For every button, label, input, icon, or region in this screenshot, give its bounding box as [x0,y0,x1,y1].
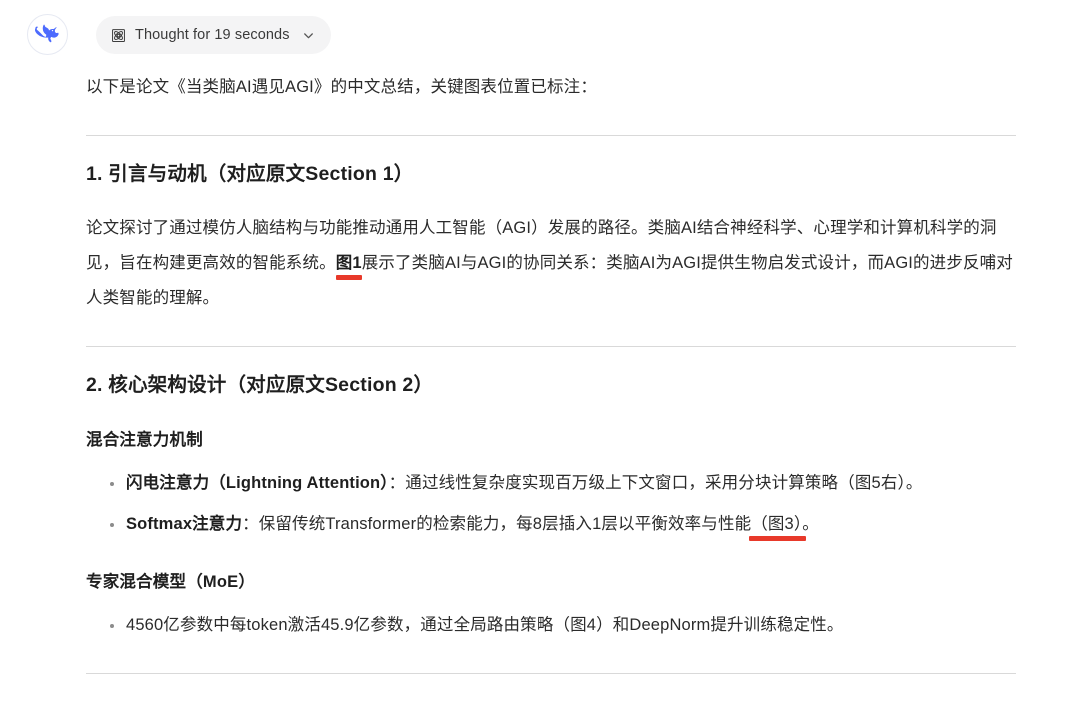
thought-label: Thought for 19 seconds [135,27,290,43]
assistant-avatar [27,14,68,55]
section-heading-2: 2. 核心架构设计（对应原文Section 2） [86,374,434,396]
bullet-list-moe: 4560亿参数中每token激活45.9亿参数，通过全局路由策略（图4）和Dee… [86,608,1016,643]
chat-message-container: Thought for 19 seconds 以下是论文《当类脑AI遇见AGI》… [0,0,1080,713]
chevron-down-icon[interactable] [302,29,315,42]
section-divider-3 [86,673,1016,674]
bullet-2-bold-term: Softmax注意力 [126,515,243,533]
bullet-1-bold-term: 闪电注意力（Lightning Attention） [126,474,389,492]
section-heading-1: 1. 引言与动机（对应原文Section 1） [86,163,414,185]
subsection-heading-moe: 专家混合模型（MoE） [86,573,256,591]
section-1-paragraph: 论文探讨了通过模仿人脑结构与功能推动通用人工智能（AGI）发展的路径。类脑AI结… [86,211,1016,316]
bullet-1-text: ：通过线性复杂度实现百万级上下文窗口，采用分块计算策略（图5右）。 [388,474,923,492]
intro-paragraph: 以下是论文《当类脑AI遇见AGI》的中文总结，关键图表位置已标注： [86,78,597,96]
list-item: 闪电注意力（Lightning Attention）：通过线性复杂度实现百万级上… [110,466,1016,501]
bullet-2-text: ：保留传统Transformer的检索能力，每8层插入1层以平衡效率与性能 [242,515,752,533]
deepseek-whale-logo-icon [35,22,60,47]
atom-icon [110,27,126,43]
bullet-list-hybrid-attention: 闪电注意力（Lightning Attention）：通过线性复杂度实现百万级上… [86,466,1016,542]
list-item: 4560亿参数中每token激活45.9亿参数，通过全局路由策略（图4）和Dee… [110,608,1016,643]
subsection-heading-hybrid-attention: 混合注意力机制 [86,431,203,449]
assistant-message-body: 以下是论文《当类脑AI遇见AGI》的中文总结，关键图表位置已标注： 1. 引言与… [86,70,1016,674]
section-divider-1 [86,135,1016,136]
section-divider-2 [86,346,1016,347]
figure-reference-highlight-1: 图1 [335,254,362,272]
list-item: Softmax注意力：保留传统Transformer的检索能力，每8层插入1层以… [110,507,1016,542]
thought-for-chip[interactable]: Thought for 19 seconds [96,16,331,54]
bullet-3-text: 4560亿参数中每token激活45.9亿参数，通过全局路由策略（图4）和Dee… [126,616,844,634]
figure-reference-highlight-3: （图3） [751,515,803,533]
bullet-2-tail: 。 [802,515,819,533]
